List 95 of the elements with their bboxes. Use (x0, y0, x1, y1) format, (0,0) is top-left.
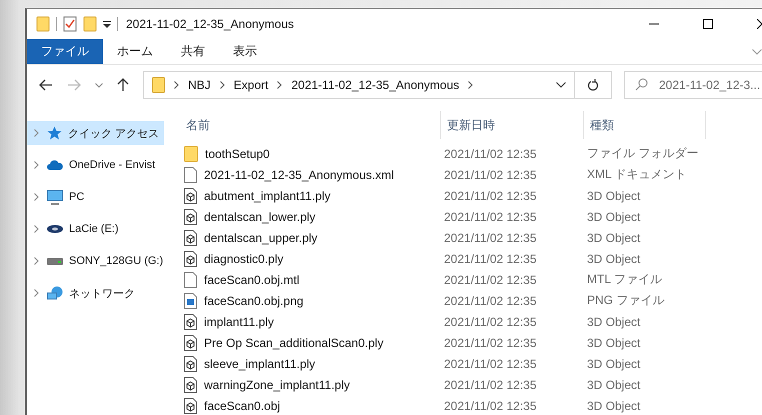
cube-file-icon (184, 208, 197, 224)
file-name[interactable]: faceScan0.obj.png (184, 292, 444, 308)
network-icon (47, 286, 63, 300)
cube-file-icon (184, 356, 197, 372)
file-name[interactable]: sleeve_implant11.ply (184, 356, 444, 372)
refresh-button[interactable] (575, 71, 612, 99)
file-name[interactable]: dentalscan_upper.ply (184, 230, 444, 246)
cube-file-icon (184, 376, 197, 392)
file-name[interactable]: diagnostic0.ply (184, 250, 444, 266)
file-name[interactable]: toothSetup0 (184, 146, 444, 162)
chevron-right-icon[interactable] (468, 81, 474, 89)
file-name[interactable]: faceScan0.obj.mtl (184, 272, 444, 288)
table-cell: 3D Object (587, 210, 640, 224)
column-header[interactable]: 種類 (584, 111, 706, 139)
breadcrumb-link[interactable]: Export (234, 78, 268, 92)
ribbon-tab[interactable]: 共有 (167, 39, 219, 64)
table-cell-text: 2021/11/02 12:35 (444, 210, 538, 224)
file-name[interactable]: Pre Op Scan_additionalScan0.ply (184, 334, 444, 350)
nav-item[interactable]: ネットワーク (27, 281, 164, 305)
table-cell: 3D Object (587, 188, 640, 202)
column-header[interactable]: 名前 (184, 111, 441, 139)
table-cell-text: 2021/11/02 12:35 (444, 146, 538, 160)
table-cell-text: 2021/11/02 12:35 (444, 252, 538, 266)
table-cell: 3D Object (587, 230, 640, 244)
dropdown-icon[interactable] (103, 20, 111, 28)
table-cell: MTL ファイル (587, 271, 662, 288)
cube-file-icon (184, 314, 197, 330)
file-name[interactable]: abutment_implant11.ply (184, 188, 444, 204)
checklist-icon[interactable] (63, 16, 77, 32)
table-cell-text: 2021/11/02 12:35 (444, 272, 538, 286)
table-cell: PNG ファイル (587, 292, 664, 309)
image-file-icon (184, 292, 197, 308)
cloud-icon (47, 160, 63, 170)
table-cell: 3D Object (587, 398, 640, 412)
chevron-right-icon[interactable] (34, 161, 39, 169)
nav-item[interactable]: PC (27, 185, 164, 209)
breadcrumb-link[interactable]: 2021-11-02_12-35_Anonymous (291, 78, 460, 92)
chevron-right-icon[interactable] (34, 257, 39, 265)
disk-icon (47, 225, 63, 233)
chevron-right-icon[interactable] (277, 81, 282, 89)
up-arrow-icon[interactable] (117, 78, 129, 92)
table-cell: 3D Object (587, 378, 640, 392)
file-name[interactable]: dentalscan_lower.ply (184, 208, 444, 224)
search-icon (635, 78, 648, 91)
table-cell-text: 2021/11/02 12:35 (444, 398, 538, 412)
table-cell-text: 2021/11/02 12:35 (444, 188, 538, 202)
ribbon-tab[interactable]: 表示 (219, 39, 271, 64)
maximize-icon[interactable] (703, 19, 713, 29)
file-name[interactable]: implant11.ply (184, 314, 444, 330)
search-field[interactable]: 2021-11-02_12-3... (624, 71, 762, 99)
window-title: 2021-11-02_12-35_Anonymous (126, 17, 294, 31)
folder-icon (152, 77, 165, 93)
nav-item[interactable]: SONY_128GU (G:) (27, 249, 166, 273)
nav-item[interactable]: クイック アクセス (27, 121, 164, 145)
cube-file-icon (184, 334, 197, 350)
table-cell-text: 2021/11/02 12:35 (444, 314, 538, 328)
table-cell-text: 2021/11/02 12:35 (444, 378, 538, 392)
document-icon (184, 166, 197, 182)
chevron-right-icon[interactable] (34, 225, 39, 233)
cube-file-icon (184, 230, 197, 246)
table-cell-text: 2021/11/02 12:35 (444, 356, 538, 370)
table-cell: XML ドキュメント (587, 166, 687, 183)
back-arrow-icon[interactable] (39, 79, 53, 91)
nav-item[interactable]: LaCie (E:) (27, 217, 164, 241)
table-cell: 3D Object (587, 336, 640, 350)
folder-icon (184, 146, 198, 162)
chevron-right-icon[interactable] (174, 81, 179, 89)
chevron-right-icon[interactable] (220, 81, 225, 89)
cube-file-icon (184, 250, 197, 266)
file-name[interactable]: 2021-11-02_12-35_Anonymous.xml (184, 166, 444, 182)
chevron-down-icon[interactable] (556, 82, 566, 88)
drive-icon (47, 258, 63, 264)
table-cell: ファイル フォルダー (587, 145, 698, 162)
nav-item[interactable]: OneDrive - Envist (27, 153, 164, 177)
chevron-right-icon[interactable] (34, 193, 39, 201)
refresh-icon (587, 79, 599, 91)
table-cell-text: 2021/11/02 12:35 (444, 336, 538, 350)
table-cell-text: 2021/11/02 12:35 (444, 168, 538, 182)
cube-file-icon (184, 188, 197, 204)
star-icon (47, 126, 62, 140)
table-cell-text: 2021/11/02 12:35 (444, 294, 538, 308)
chevron-right-icon[interactable] (34, 289, 39, 297)
table-cell: 3D Object (587, 252, 640, 266)
address-bar[interactable]: NBJ Export 2021-11-02_12-35_Anonymous (143, 71, 575, 99)
table-cell: 3D Object (587, 314, 640, 328)
table-cell-text: 2021/11/02 12:35 (444, 230, 538, 244)
breadcrumb-link[interactable]: NBJ (188, 78, 211, 92)
monitor-icon (47, 190, 63, 204)
ribbon-tab[interactable]: ファイル (27, 39, 103, 64)
file-name[interactable]: warningZone_implant11.ply (184, 376, 444, 392)
column-header[interactable]: 更新日時 (441, 111, 584, 139)
ribbon-tab[interactable]: ホーム (103, 39, 167, 64)
table-cell: 3D Object (587, 356, 640, 370)
file-name[interactable]: faceScan0.obj (184, 398, 444, 414)
document-icon (184, 272, 197, 288)
